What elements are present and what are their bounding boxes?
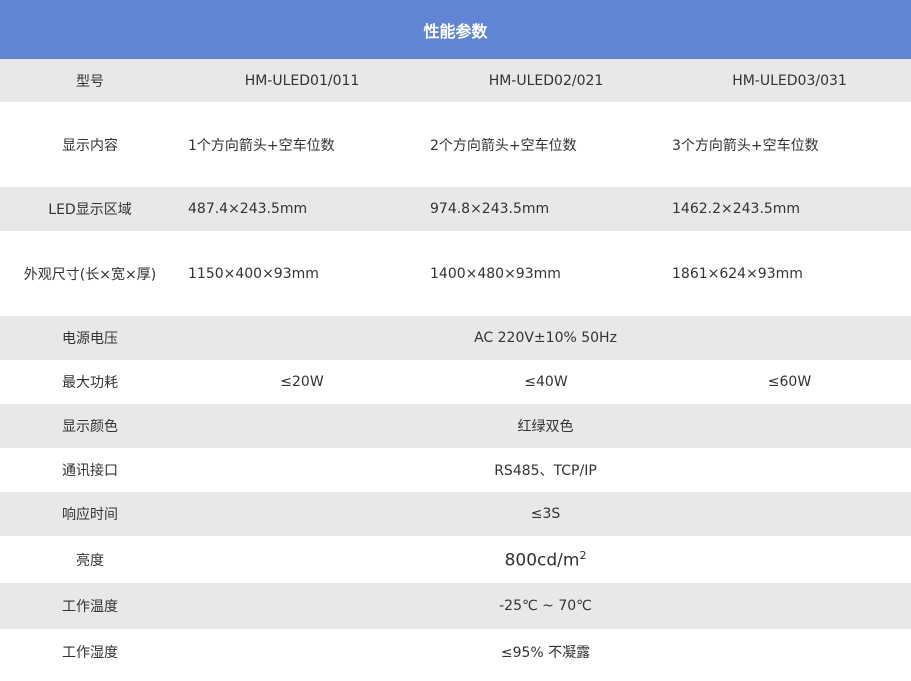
power-1: ≤20W [280, 374, 324, 390]
row-label: 通讯接口 [62, 463, 118, 479]
row-label: 外观尺寸(长×宽×厚) [23, 266, 157, 283]
row-brightness: 亮度 800cd/m2 [0, 536, 911, 583]
row-interface: 通讯接口 RS485、TCP/IP [0, 448, 911, 492]
brightness-number: 800cd/m [504, 550, 580, 571]
table-title: 性能参数 [423, 21, 488, 41]
brightness-value: 800cd/m2 [180, 549, 911, 571]
row-response: 响应时间 ≤3S [0, 492, 911, 536]
row-led-area: LED显示区域 487.4×243.5mm 974.8×243.5mm 1462… [0, 187, 911, 231]
humidity-value: ≤95% 不凝露 [500, 645, 591, 661]
row-label: 工作湿度 [62, 645, 118, 661]
led-area-2: 974.8×243.5mm [430, 201, 550, 217]
dimensions-1: 1150×400×93mm [188, 265, 319, 282]
table-header: 性能参数 [0, 0, 911, 59]
row-label: 最大功耗 [62, 375, 118, 391]
brightness-sup: 2 [579, 548, 587, 562]
row-label: 显示内容 [62, 137, 118, 154]
interface-value: RS485、TCP/IP [494, 463, 597, 479]
row-temperature: 工作温度 -25℃ ~ 70℃ [0, 583, 911, 629]
row-label: 电源电压 [62, 331, 118, 347]
row-power: 最大功耗 ≤20W ≤40W ≤60W [0, 360, 911, 404]
voltage-value: AC 220V±10% 50Hz [474, 330, 617, 346]
row-voltage: 电源电压 AC 220V±10% 50Hz [0, 316, 911, 360]
row-label: 工作温度 [62, 599, 118, 615]
row-label: 响应时间 [62, 507, 118, 523]
color-value: 红绿双色 [517, 419, 574, 435]
model-3: HM-ULED03/031 [732, 72, 847, 89]
power-2: ≤40W [524, 374, 568, 390]
row-model: 型号 HM-ULED01/011 HM-ULED02/021 HM-ULED03… [0, 59, 911, 102]
display-content-1: 1个方向箭头+空车位数 [188, 137, 335, 154]
row-label: LED显示区域 [48, 202, 132, 218]
dimensions-2: 1400×480×93mm [430, 265, 561, 282]
model-1: HM-ULED01/011 [244, 72, 360, 89]
power-3: ≤60W [767, 374, 812, 390]
dimensions-3: 1861×624×93mm [672, 265, 803, 282]
display-content-2: 2个方向箭头+空车位数 [430, 137, 577, 154]
display-content-3: 3个方向箭头+空车位数 [672, 137, 819, 154]
row-label: 显示颜色 [62, 419, 118, 435]
led-area-3: 1462.2×243.5mm [672, 201, 801, 217]
row-humidity: 工作湿度 ≤95% 不凝露 [0, 629, 911, 675]
led-area-1: 487.4×243.5mm [188, 201, 308, 217]
row-color: 显示颜色 红绿双色 [0, 404, 911, 448]
row-dimensions: 外观尺寸(长×宽×厚) 1150×400×93mm 1400×480×93mm … [0, 231, 911, 316]
row-label: 亮度 [76, 552, 104, 569]
temperature-value: -25℃ ~ 70℃ [499, 598, 592, 614]
row-label: 型号 [76, 73, 104, 90]
response-value: ≤3S [530, 506, 561, 522]
row-display-content: 显示内容 1个方向箭头+空车位数 2个方向箭头+空车位数 3个方向箭头+空车位数 [0, 102, 911, 187]
model-2: HM-ULED02/021 [488, 72, 604, 89]
